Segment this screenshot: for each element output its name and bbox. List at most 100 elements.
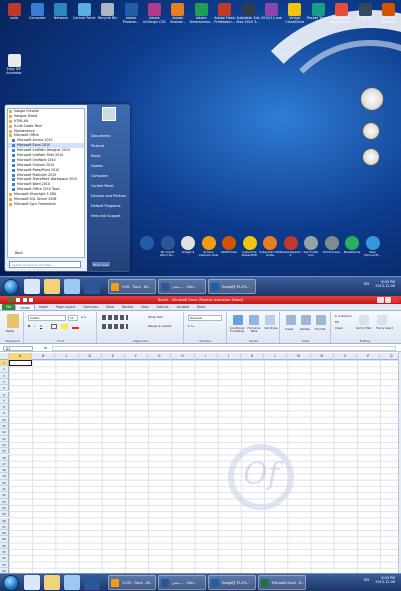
fill-color-icon[interactable] <box>61 324 68 329</box>
shutdown-button[interactable]: Shut down <box>91 261 111 268</box>
paste-icon[interactable] <box>7 314 19 328</box>
format-as-table-icon[interactable] <box>249 315 259 325</box>
column-header[interactable]: C <box>55 353 79 360</box>
merge-center-button[interactable]: Merge & Center <box>148 324 172 328</box>
media-player-icon[interactable] <box>64 279 80 294</box>
delete-label[interactable]: Delete <box>300 327 310 331</box>
desktop-icon[interactable]: Adobe Illustrat... <box>166 3 190 24</box>
clear-button[interactable]: Clear <box>335 326 343 330</box>
ribbon-tab[interactable]: Add-Ins <box>153 304 173 310</box>
bold-button[interactable]: B <box>28 324 30 328</box>
desktop-icon[interactable]: Adobe Flash Profession... <box>213 3 237 24</box>
column-header[interactable]: I <box>195 353 218 360</box>
desktop-icon[interactable]: Packet Tracer 5.3 <box>306 3 330 24</box>
ribbon-tab[interactable]: Insert <box>35 304 52 310</box>
dock-item[interactable] <box>136 236 158 251</box>
start-menu-right-item[interactable]: Help and Support <box>87 211 130 221</box>
column-header[interactable]: D <box>79 353 102 360</box>
column-header[interactable]: F <box>125 353 149 360</box>
active-cell[interactable] <box>9 360 32 367</box>
ribbon-tab[interactable]: View <box>137 304 153 310</box>
ribbon-tab[interactable]: Team <box>193 304 209 310</box>
paste-label[interactable]: Paste <box>6 329 14 333</box>
dock-item[interactable]: Set Folder Icon <box>300 236 322 258</box>
format-label[interactable]: Format <box>315 327 326 331</box>
desktop-icon[interactable]: Autodesk 3ds Max 2010 3... <box>236 3 260 24</box>
autosum-button[interactable]: Σ AutoSum <box>335 314 352 318</box>
insert-label[interactable]: Insert <box>285 327 294 331</box>
word-taskbar-icon[interactable] <box>84 279 100 294</box>
dock-item[interactable]: Cyberlink DVD Suite <box>259 236 281 258</box>
dock-item[interactable]: Cyberlink PowerDVD <box>239 236 261 258</box>
taskbar-task-button[interactable]: Snagit@ 33.3%... <box>208 575 256 590</box>
dock-item[interactable]: Screen Capture Club <box>198 236 220 258</box>
taskbar-task-button[interactable]: 11.05 - Track - Wi... <box>108 575 156 590</box>
start-menu-right-item[interactable]: Devices and Printers <box>87 191 130 201</box>
conditional-formatting-icon[interactable] <box>233 315 243 325</box>
wrap-text-button[interactable]: Wrap Text <box>148 315 163 319</box>
clock-gadget[interactable] <box>360 87 384 111</box>
format-cells-icon[interactable] <box>316 315 326 325</box>
ribbon-tab[interactable]: Acrobat <box>173 304 193 310</box>
save-icon[interactable] <box>16 298 21 302</box>
desktop-icon[interactable]: HTML Kit <box>353 3 377 21</box>
ribbon-tab[interactable]: Review <box>118 304 137 310</box>
font-name-select[interactable]: Calibri <box>28 315 66 321</box>
formula-input[interactable] <box>52 346 396 351</box>
font-color-icon[interactable] <box>72 324 79 329</box>
desktop-icon[interactable]: Network <box>49 3 73 21</box>
minimize-button[interactable] <box>377 297 384 303</box>
taskbar-task-button[interactable]: Snagit@ 33.3%... <box>208 279 256 294</box>
insert-cells-icon[interactable] <box>286 315 296 325</box>
column-header[interactable]: J <box>218 353 241 360</box>
number-format-select[interactable]: General <box>188 315 222 321</box>
fill-button[interactable]: Fill <box>335 320 339 324</box>
borders-icon[interactable] <box>51 324 57 329</box>
format-as-table-label[interactable]: Format as Table <box>246 327 262 333</box>
fx-icon[interactable]: fx <box>44 346 47 350</box>
desktop-icon[interactable]: Recycle Bin <box>96 3 120 21</box>
desktop-icon[interactable]: 2010/11.exe <box>259 3 283 21</box>
cell-area[interactable] <box>9 360 398 577</box>
cell-styles-icon[interactable] <box>265 315 275 325</box>
desktop-icon[interactable]: Adobe Photosh... <box>119 3 143 24</box>
delete-cells-icon[interactable] <box>301 315 311 325</box>
undo-icon[interactable] <box>22 298 27 302</box>
column-header[interactable]: O <box>334 353 357 360</box>
column-header[interactable]: M <box>287 353 311 360</box>
tray-language[interactable]: EN <box>364 282 369 286</box>
quick-access-toolbar[interactable] <box>3 297 39 303</box>
ribbon-tab[interactable]: Page Layout <box>52 304 80 310</box>
column-header[interactable]: L <box>264 353 288 360</box>
taskbar-task-button[interactable]: منتدى ... - Micr... <box>158 279 206 294</box>
start-orb-icon-bottom[interactable] <box>3 575 19 591</box>
desktop-icon[interactable]: Computer <box>25 3 49 21</box>
start-menu-right-item[interactable]: Default Programs <box>87 201 130 211</box>
column-header[interactable]: P <box>357 353 381 360</box>
vertical-align-icons[interactable] <box>102 315 128 320</box>
ribbon-tab[interactable]: Formulas <box>80 304 103 310</box>
start-orb-icon[interactable] <box>3 279 19 295</box>
media-player-icon-bottom[interactable] <box>64 575 80 590</box>
start-menu-right-item[interactable]: Control Panel <box>87 181 130 191</box>
desktop-icon[interactable]: Ashampoo Music Studi... <box>330 3 354 24</box>
conditional-formatting-label[interactable]: Conditional Formatting <box>229 327 245 333</box>
ribbon-tab[interactable]: Data <box>102 304 118 310</box>
close-button[interactable] <box>392 297 400 303</box>
select-all-corner[interactable] <box>0 353 9 360</box>
currency-percent-icons[interactable]: $ % , <box>188 324 196 328</box>
start-menu-right-item[interactable]: Documents <box>87 131 130 141</box>
desktop-icon[interactable]: solid <box>2 3 26 21</box>
dock-item[interactable]: SnagIt 9 <box>177 236 199 254</box>
meter-gadget[interactable] <box>362 122 380 140</box>
grow-font-icon[interactable]: A A <box>81 315 86 319</box>
ie-icon[interactable] <box>24 279 40 294</box>
taskbar-task-button[interactable]: 9.06 - Track - Wi... <box>108 279 156 294</box>
font-size-select[interactable]: 11 <box>68 315 78 321</box>
explorer-icon[interactable] <box>44 279 60 294</box>
column-header[interactable]: E <box>102 353 125 360</box>
column-header[interactable]: A <box>9 353 33 360</box>
find-select-label[interactable]: Find & Select <box>376 327 393 330</box>
dock-item[interactable]: Adobe Reader X <box>280 236 302 258</box>
start-menu-right-item[interactable]: Pictures <box>87 141 130 151</box>
